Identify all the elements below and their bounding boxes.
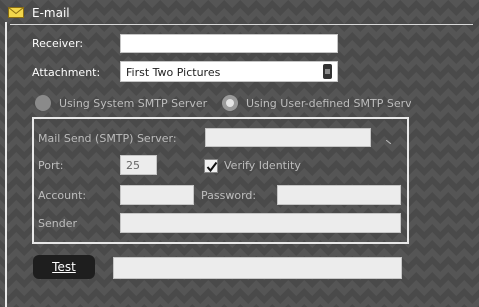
smtp-server-input[interactable] — [205, 128, 371, 147]
user-smtp-label: Using User-defined SMTP Serv — [246, 97, 411, 110]
port-label: Port: — [38, 159, 64, 172]
envelope-icon — [8, 7, 24, 18]
section-title: E-mail — [32, 6, 70, 20]
header-divider — [10, 24, 473, 25]
receiver-input[interactable] — [120, 34, 338, 53]
receiver-label: Receiver: — [32, 37, 84, 50]
verify-identity-label: Verify Identity — [224, 159, 301, 172]
attachment-selected-value: First Two Pictures — [126, 66, 221, 79]
account-label: Account: — [38, 189, 87, 202]
radio-system-smtp[interactable] — [35, 95, 51, 111]
attachment-select[interactable]: First Two Pictures — [120, 61, 338, 82]
sender-input[interactable] — [120, 213, 401, 233]
email-settings-panel: E-mail Receiver: Attachment: First Two P… — [0, 0, 479, 307]
test-result-field — [113, 257, 402, 279]
resize-grip-icon — [385, 134, 392, 145]
checkmark-icon — [206, 161, 218, 173]
dropdown-arrow-icon[interactable] — [323, 64, 332, 79]
system-smtp-label: Using System SMTP Server — [59, 97, 208, 110]
section-header: E-mail — [0, 0, 479, 24]
smtp-server-label: Mail Send (SMTP) Server: — [38, 132, 177, 145]
radio-user-smtp[interactable] — [222, 95, 238, 111]
account-input[interactable] — [120, 185, 194, 205]
sender-label: Sender — [38, 217, 77, 230]
password-label: Password: — [201, 189, 257, 202]
port-input[interactable]: 25 — [120, 155, 157, 175]
test-button-label: Test — [52, 260, 76, 274]
attachment-label: Attachment: — [32, 66, 101, 79]
test-button[interactable]: Test — [33, 255, 95, 279]
panel-edge — [5, 22, 7, 307]
password-input[interactable] — [277, 185, 401, 205]
verify-identity-checkbox[interactable] — [204, 159, 218, 173]
